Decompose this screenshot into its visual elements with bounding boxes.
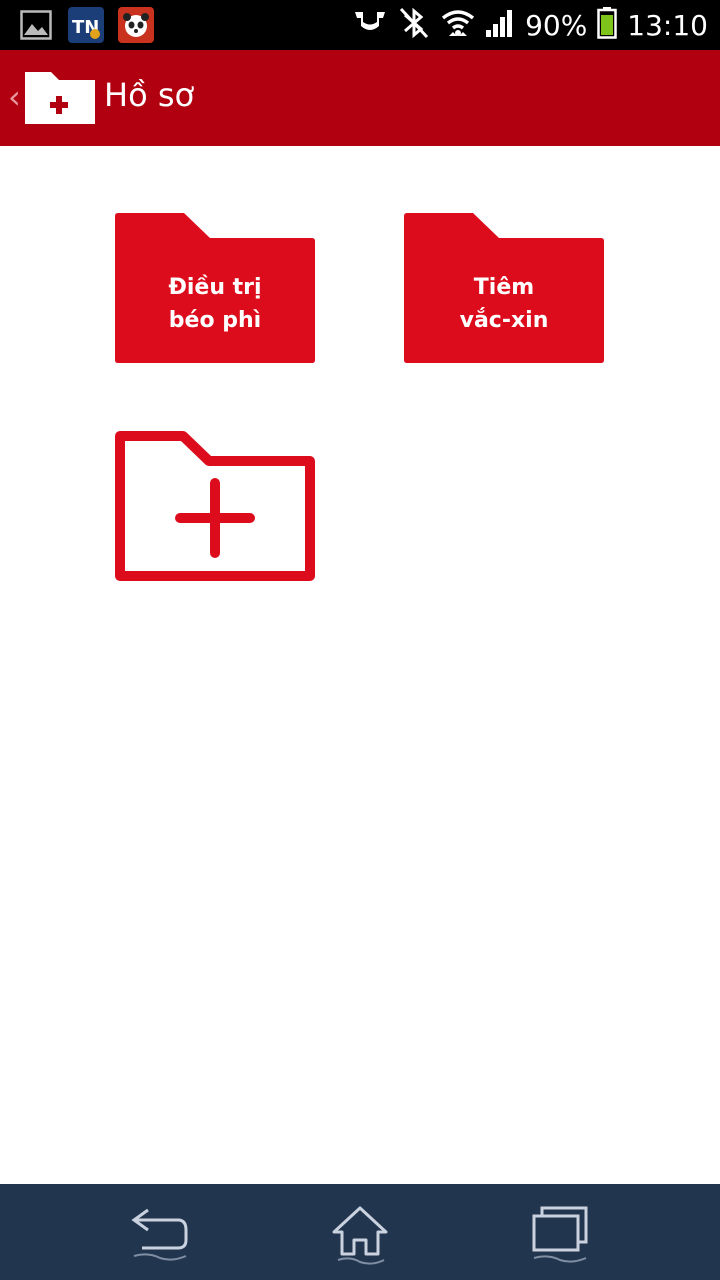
folder-tiem-vac-xin[interactable]: Tiêm vắc-xin	[404, 213, 604, 363]
folder-dieu-tri-beo-phi[interactable]: Điều trị béo phì	[115, 213, 315, 363]
folder-label: Tiêm vắc-xin	[404, 271, 604, 337]
tn-app-icon: TN	[68, 7, 104, 43]
medical-folder-icon[interactable]	[25, 72, 95, 128]
clock: 13:10	[627, 8, 708, 42]
folder-label-line1: Tiêm	[473, 275, 535, 300]
battery-icon	[597, 7, 618, 43]
navigation-bar	[0, 1184, 720, 1280]
add-folder-icon	[115, 431, 315, 581]
signal-icon	[485, 8, 515, 42]
gallery-icon	[18, 7, 54, 43]
panda-app-icon	[118, 7, 154, 43]
recent-apps-icon[interactable]	[528, 1202, 592, 1266]
folder-label-line2: béo phì	[168, 308, 262, 333]
home-nav-icon[interactable]	[328, 1202, 392, 1266]
folder-label-line2: vắc-xin	[459, 308, 549, 333]
back-nav-icon[interactable]	[128, 1202, 192, 1266]
folder-label-line1: Điều trị	[168, 275, 262, 300]
bluetooth-off-icon	[397, 7, 431, 43]
status-bar: TN 90% 13:10	[0, 0, 720, 50]
cast-icon	[353, 8, 387, 42]
folder-label: Điều trị béo phì	[115, 271, 315, 337]
app-bar: ‹ Hồ sơ	[0, 50, 720, 146]
page-title: Hồ sơ	[104, 76, 195, 114]
wifi-icon	[441, 8, 475, 42]
add-folder-button[interactable]	[115, 431, 315, 581]
back-chevron-icon[interactable]: ‹	[8, 78, 21, 116]
battery-percent: 90%	[525, 8, 588, 42]
